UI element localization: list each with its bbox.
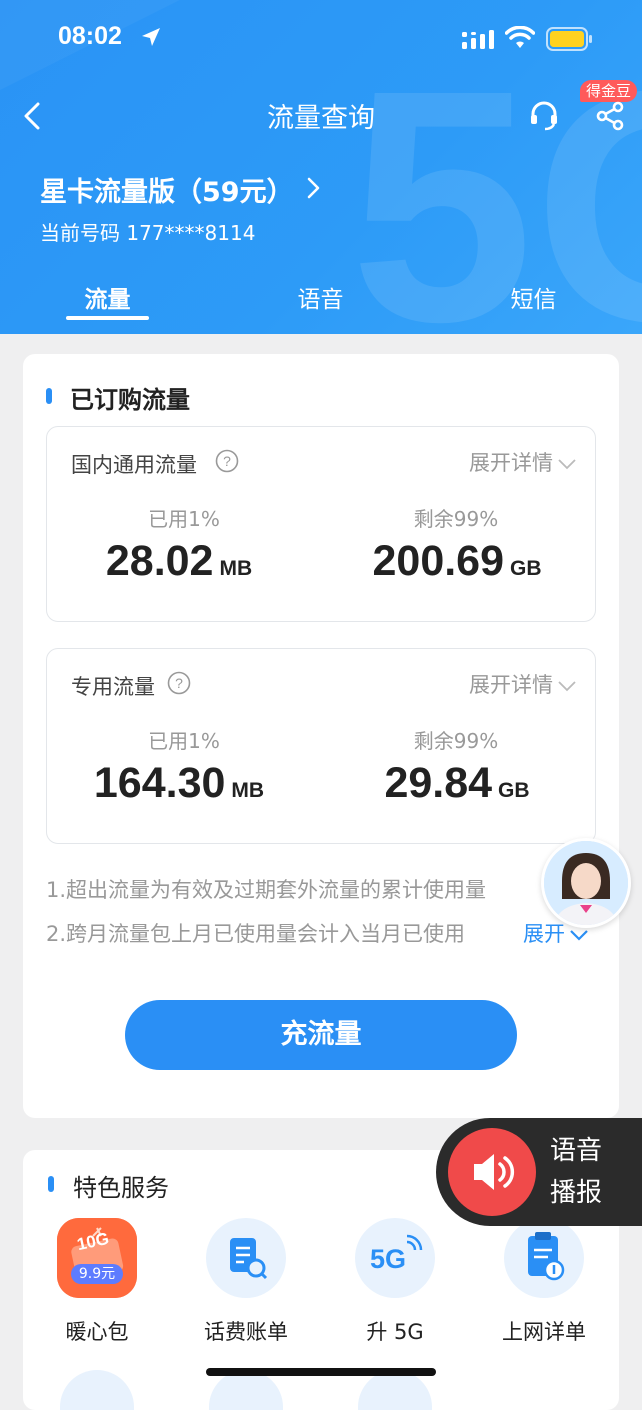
voice-label-line1: 语音 [550,1136,603,1166]
service-label: 暖心包 [65,1320,129,1344]
service-upgrade-5g[interactable]: 5G 升 5G [335,1218,455,1346]
recharge-data-button[interactable]: 充流量 [125,1000,517,1070]
gift-pack-icon: 10G 9.9元 [57,1218,137,1298]
service-label: 话费账单 [204,1320,288,1344]
voice-broadcast-button[interactable] [448,1128,536,1216]
clipboard-icon [504,1218,584,1298]
service-label: 升 5G [366,1320,424,1344]
gift-pack-price: 9.9元 [71,1264,123,1284]
note-line: 2.跨月流量包上月已使用量会计入当月已使用 [46,922,466,946]
assistant-avatar[interactable] [541,838,631,928]
voice-label-line2: 播报 [550,1178,603,1208]
speaker-icon [474,1154,515,1190]
note-line: 1.超出流量为有效及过期套外流量的累计使用量 [46,878,487,902]
assistant-avatar-icon [544,841,628,925]
section-bar [48,1176,54,1192]
voice-broadcast-label: 语音 播报 [550,1130,602,1214]
chevron-down-icon [570,930,588,941]
service-label: 上网详单 [502,1320,586,1344]
bill-search-icon [206,1218,286,1298]
5g-icon: 5G [355,1218,435,1298]
service-data-details[interactable]: 上网详单 [484,1218,604,1346]
service-phone-bill[interactable]: 话费账单 [186,1218,306,1346]
home-indicator[interactable] [206,1368,436,1376]
voice-broadcast-panel[interactable]: 语音 播报 [436,1118,642,1226]
section-title-features: 特色服务 [73,1174,169,1202]
expand-notes-label: 展开 [523,922,565,946]
service-warm-pack[interactable]: 10G 9.9元 暖心包 [37,1218,157,1346]
